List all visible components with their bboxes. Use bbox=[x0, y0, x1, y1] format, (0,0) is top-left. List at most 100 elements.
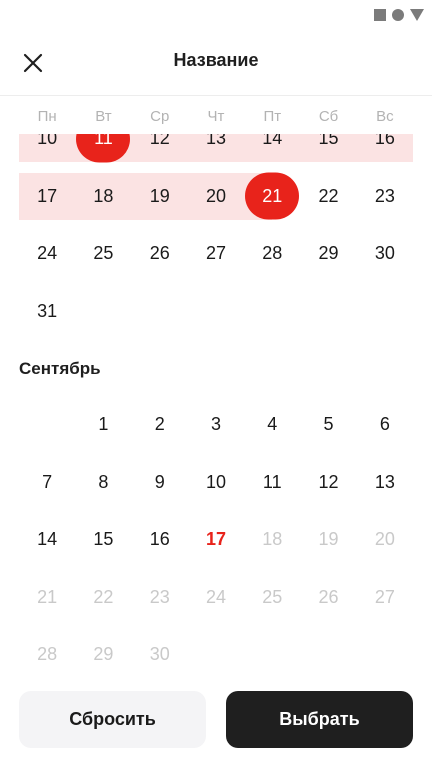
day-number: 30 bbox=[149, 644, 170, 665]
day-august-31[interactable]: 31 bbox=[19, 283, 75, 341]
day-number: 27 bbox=[374, 586, 395, 607]
day-august-11[interactable]: 11 bbox=[75, 134, 131, 168]
day-august-25[interactable]: 25 bbox=[75, 225, 131, 283]
day-number: 8 bbox=[98, 471, 109, 492]
day-september-1[interactable]: 1 bbox=[75, 396, 131, 454]
reset-button[interactable]: Сбросить bbox=[19, 691, 206, 748]
day-number: 30 bbox=[374, 243, 395, 264]
day-number: 14 bbox=[262, 134, 283, 149]
day-september-24: 24 bbox=[188, 569, 244, 627]
day-august-18[interactable]: 18 bbox=[75, 168, 131, 226]
day-number: 10 bbox=[205, 471, 226, 492]
day-number: 25 bbox=[93, 243, 114, 264]
day-number: 14 bbox=[37, 529, 58, 550]
day-september-19: 19 bbox=[300, 511, 356, 569]
day-number: 23 bbox=[374, 185, 395, 206]
day-september-9[interactable]: 9 bbox=[132, 454, 188, 512]
day-number: 13 bbox=[205, 134, 226, 149]
empty-day-cell bbox=[300, 626, 356, 674]
triangle-down-icon bbox=[410, 9, 424, 21]
empty-day-cell bbox=[75, 283, 131, 341]
day-august-15[interactable]: 15 bbox=[300, 134, 356, 168]
empty-day-cell bbox=[19, 396, 75, 454]
day-september-18: 18 bbox=[244, 511, 300, 569]
day-september-28: 28 bbox=[19, 626, 75, 674]
empty-day-cell bbox=[357, 283, 413, 341]
day-august-27[interactable]: 27 bbox=[188, 225, 244, 283]
day-number: 22 bbox=[93, 586, 114, 607]
day-number: 12 bbox=[149, 134, 170, 149]
day-august-23[interactable]: 23 bbox=[357, 168, 413, 226]
day-number: 26 bbox=[149, 243, 170, 264]
day-number: 3 bbox=[210, 414, 221, 435]
day-september-6[interactable]: 6 bbox=[357, 396, 413, 454]
day-number: 31 bbox=[37, 300, 58, 321]
day-september-14[interactable]: 14 bbox=[19, 511, 75, 569]
day-number: 29 bbox=[318, 243, 339, 264]
day-august-14[interactable]: 14 bbox=[244, 134, 300, 168]
choose-button[interactable]: Выбрать bbox=[226, 691, 413, 748]
day-september-25: 25 bbox=[244, 569, 300, 627]
footer: Сбросить Выбрать bbox=[0, 680, 432, 768]
day-september-13[interactable]: 13 bbox=[357, 454, 413, 512]
day-september-7[interactable]: 7 bbox=[19, 454, 75, 512]
day-number: 16 bbox=[374, 134, 395, 149]
day-september-3[interactable]: 3 bbox=[188, 396, 244, 454]
week-row: 7 8 9 10 11 12 13 bbox=[19, 454, 413, 512]
day-number: 21 bbox=[262, 185, 283, 206]
day-number: 1 bbox=[98, 414, 109, 435]
day-september-17[interactable]: 17 bbox=[188, 511, 244, 569]
weekday-label: Пт bbox=[263, 108, 282, 125]
day-august-10[interactable]: 10 bbox=[19, 134, 75, 168]
day-august-29[interactable]: 29 bbox=[300, 225, 356, 283]
day-september-8[interactable]: 8 bbox=[75, 454, 131, 512]
day-number: 15 bbox=[93, 529, 114, 550]
day-number: 27 bbox=[205, 243, 226, 264]
day-number: 11 bbox=[262, 471, 282, 492]
calendar-scroll-area[interactable]: 10 11 12 13 14 15 16 17 18 19 20 21 22 23 24 25 26 27 28 29… bbox=[0, 134, 432, 674]
day-august-30[interactable]: 30 bbox=[357, 225, 413, 283]
day-number: 15 bbox=[318, 134, 339, 149]
empty-day-cell bbox=[244, 283, 300, 341]
day-september-15[interactable]: 15 bbox=[75, 511, 131, 569]
day-august-24[interactable]: 24 bbox=[19, 225, 75, 283]
day-number: 12 bbox=[318, 471, 339, 492]
day-september-16[interactable]: 16 bbox=[132, 511, 188, 569]
day-number: 23 bbox=[149, 586, 170, 607]
day-number: 25 bbox=[262, 586, 283, 607]
day-number: 18 bbox=[93, 185, 114, 206]
weekday-label: Чт bbox=[207, 108, 225, 125]
day-august-28[interactable]: 28 bbox=[244, 225, 300, 283]
day-september-27: 27 bbox=[357, 569, 413, 627]
day-september-11[interactable]: 11 bbox=[244, 454, 300, 512]
day-number: 20 bbox=[374, 529, 395, 550]
day-august-12[interactable]: 12 bbox=[132, 134, 188, 168]
day-august-21[interactable]: 21 bbox=[244, 168, 300, 226]
day-august-20[interactable]: 20 bbox=[188, 168, 244, 226]
calendar-months: 10 11 12 13 14 15 16 17 18 19 20 21 22 23 24 25 26 27 28 29… bbox=[19, 134, 414, 674]
day-number: 22 bbox=[318, 185, 339, 206]
day-number: 19 bbox=[149, 185, 170, 206]
day-september-26: 26 bbox=[300, 569, 356, 627]
day-august-22[interactable]: 22 bbox=[300, 168, 356, 226]
day-number: 16 bbox=[149, 529, 170, 550]
day-august-17[interactable]: 17 bbox=[19, 168, 75, 226]
day-september-29: 29 bbox=[75, 626, 131, 674]
day-number: 6 bbox=[379, 414, 390, 435]
day-august-26[interactable]: 26 bbox=[132, 225, 188, 283]
day-september-30: 30 bbox=[132, 626, 188, 674]
day-august-19[interactable]: 19 bbox=[132, 168, 188, 226]
empty-day-cell bbox=[132, 283, 188, 341]
day-august-16[interactable]: 16 bbox=[357, 134, 413, 168]
day-september-10[interactable]: 10 bbox=[188, 454, 244, 512]
day-number: 17 bbox=[205, 529, 226, 550]
day-september-12[interactable]: 12 bbox=[300, 454, 356, 512]
weekday-label: Вт bbox=[95, 108, 112, 125]
day-september-20: 20 bbox=[357, 511, 413, 569]
day-september-5[interactable]: 5 bbox=[300, 396, 356, 454]
day-september-4[interactable]: 4 bbox=[244, 396, 300, 454]
empty-day-cell bbox=[188, 626, 244, 674]
weekday-row: Пн Вт Ср Чт Пт Сб Вс bbox=[19, 100, 413, 134]
day-september-2[interactable]: 2 bbox=[132, 396, 188, 454]
day-august-13[interactable]: 13 bbox=[188, 134, 244, 168]
